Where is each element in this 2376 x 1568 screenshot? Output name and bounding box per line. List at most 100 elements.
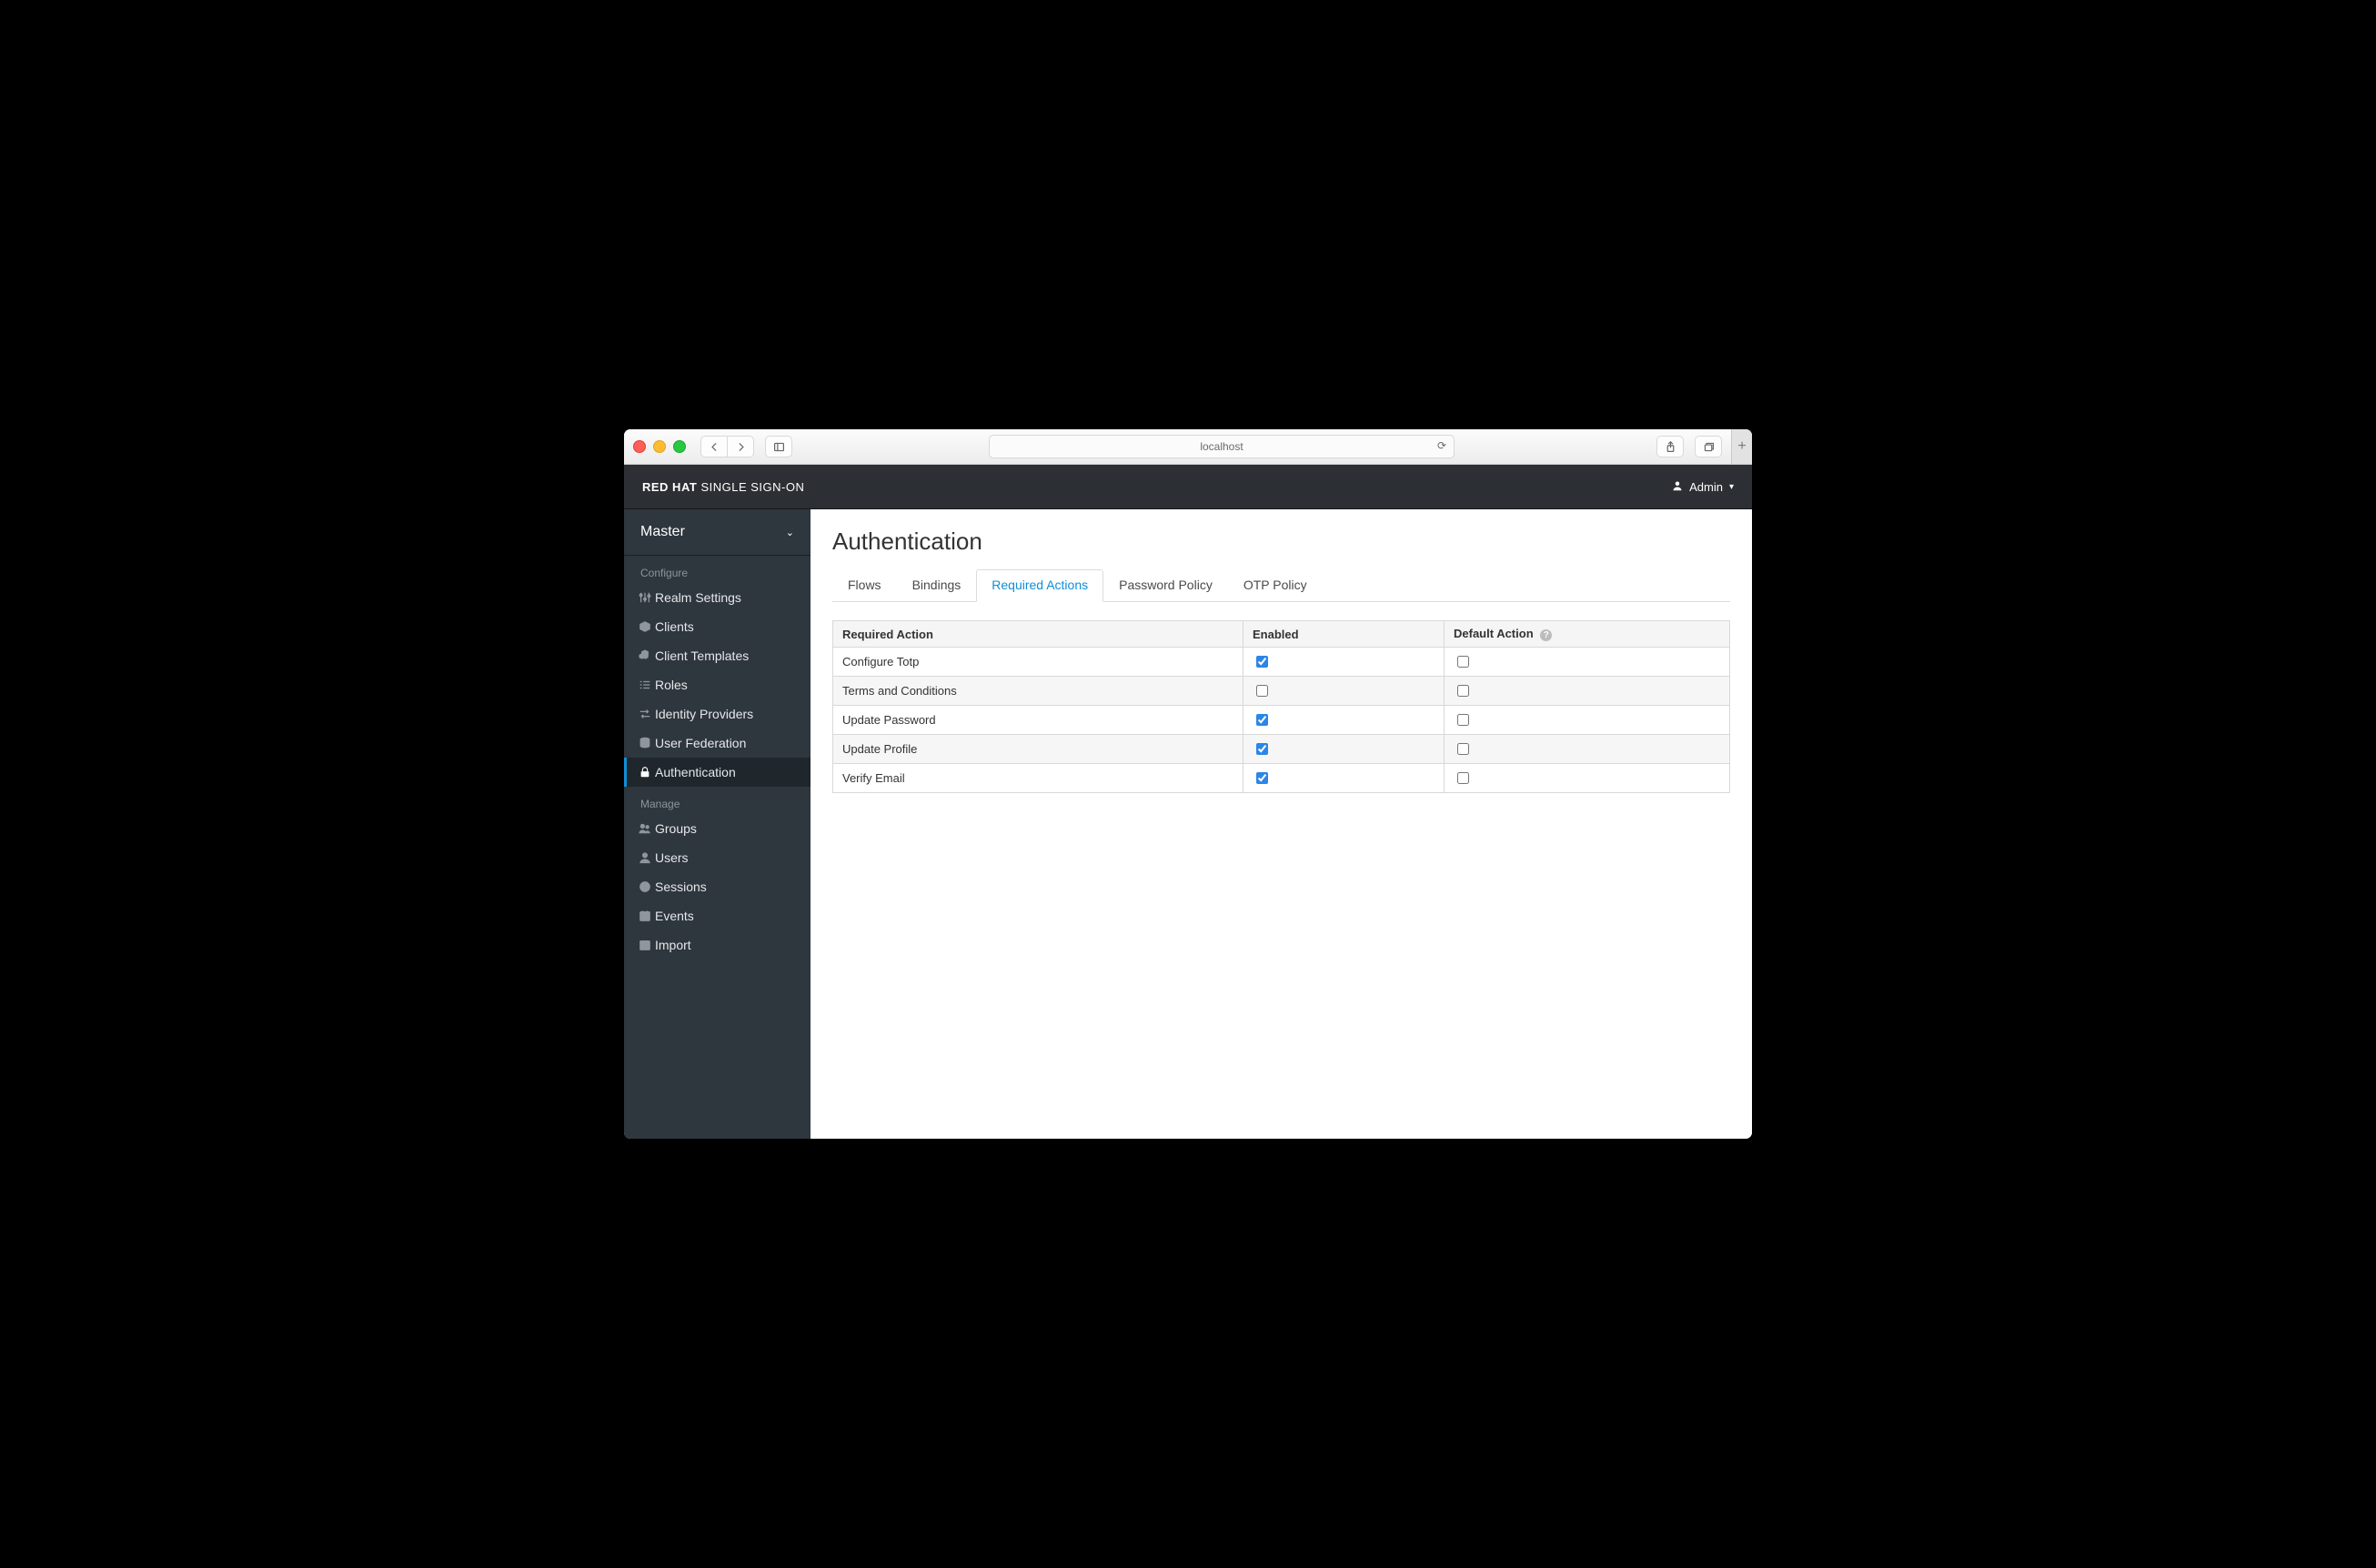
user-menu[interactable]: Admin ▾ [1672,480,1734,494]
address-bar[interactable]: localhost ⟳ [989,435,1455,458]
reload-icon[interactable]: ⟳ [1437,439,1446,452]
sidebar-item-label: Client Templates [655,648,749,663]
sidebar-item-label: Events [655,909,694,923]
table-row: Terms and Conditions [833,677,1730,706]
table-cell-enabled [1243,706,1445,735]
sidebar-item-clients[interactable]: Clients [624,612,810,641]
enabled-checkbox[interactable] [1256,714,1268,726]
sidebar-section-configure-label: Configure [624,556,810,583]
table-cell-name: Update Profile [833,735,1243,764]
default-checkbox[interactable] [1457,685,1469,697]
tab-otp-policy[interactable]: OTP Policy [1228,569,1323,602]
tab-flows[interactable]: Flows [832,569,897,602]
sidebar-item-user-federation[interactable]: User Federation [624,729,810,758]
tab-bindings[interactable]: Bindings [897,569,977,602]
sidebar-item-label: Clients [655,619,694,634]
table-cell-name: Terms and Conditions [833,677,1243,706]
brand-light: SINGLE SIGN-ON [700,480,804,494]
table-cell-default [1445,648,1730,677]
sidebar-item-roles[interactable]: Roles [624,670,810,699]
maximize-window-button[interactable] [673,440,686,453]
minimize-window-button[interactable] [653,440,666,453]
table-row: Verify Email [833,764,1730,793]
sidebar-item-label: Import [655,938,691,952]
enabled-checkbox[interactable] [1256,685,1268,697]
address-bar-text: localhost [1200,440,1243,453]
tab-label: Flows [848,578,881,592]
back-button[interactable] [700,436,728,457]
table-row: Update Password [833,706,1730,735]
sidebar-item-label: Identity Providers [655,707,753,721]
sidebar-item-identity-providers[interactable]: Identity Providers [624,699,810,729]
sidebar-item-label: Sessions [655,879,707,894]
enabled-checkbox[interactable] [1256,772,1268,784]
sidebar: Master ⌄ Configure Realm Settings Client… [624,509,810,1139]
users-icon [639,822,651,835]
sidebar-item-import[interactable]: Import [624,930,810,960]
exchange-icon [639,708,651,720]
user-icon [1672,480,1683,494]
user-icon [639,851,651,864]
enabled-checkbox[interactable] [1256,743,1268,755]
lock-icon [639,766,651,779]
share-button[interactable] [1656,436,1684,457]
nav-buttons [700,436,754,457]
sidebar-item-label: Roles [655,678,688,692]
default-checkbox[interactable] [1457,656,1469,668]
sidebar-item-sessions[interactable]: Sessions [624,872,810,901]
sidebar-toggle-button[interactable] [765,436,792,457]
table-cell-default [1445,706,1730,735]
help-icon[interactable]: ? [1540,629,1552,641]
user-name: Admin [1689,480,1723,494]
chevron-down-icon: ⌄ [786,527,794,538]
sidebar-item-users[interactable]: Users [624,843,810,872]
table-header-name: Required Action [833,621,1243,648]
table-row: Configure Totp [833,648,1730,677]
table-cell-name: Update Password [833,706,1243,735]
sidebar-item-label: User Federation [655,736,746,750]
brand-logo[interactable]: RED HAT SINGLE SIGN-ON [642,480,804,494]
sidebar-item-label: Users [655,850,689,865]
tab-label: OTP Policy [1243,578,1307,592]
sidebar-item-realm-settings[interactable]: Realm Settings [624,583,810,612]
clock-icon [639,880,651,893]
cube-icon [639,620,651,633]
table-cell-name: Verify Email [833,764,1243,793]
default-checkbox[interactable] [1457,714,1469,726]
tab-password-policy[interactable]: Password Policy [1103,569,1228,602]
sidebar-section-manage-label: Manage [624,787,810,814]
sidebar-item-client-templates[interactable]: Client Templates [624,641,810,670]
list-icon [639,678,651,691]
default-checkbox[interactable] [1457,772,1469,784]
window-controls [633,440,686,453]
database-icon [639,737,651,749]
required-actions-table: Required Action Enabled Default Action ?… [832,620,1730,793]
default-checkbox[interactable] [1457,743,1469,755]
page-title: Authentication [832,528,1730,556]
sidebar-item-label: Authentication [655,765,736,779]
sidebar-item-label: Realm Settings [655,590,741,605]
sidebar-item-groups[interactable]: Groups [624,814,810,843]
sidebar-item-authentication[interactable]: Authentication [624,758,810,787]
forward-button[interactable] [727,436,754,457]
enabled-checkbox[interactable] [1256,656,1268,668]
tab-label: Required Actions [992,578,1088,592]
tab-required-actions[interactable]: Required Actions [976,569,1103,602]
main-content: Authentication Flows Bindings Required A… [810,509,1752,1139]
sidebar-item-label: Groups [655,821,697,836]
app-header: RED HAT SINGLE SIGN-ON Admin ▾ [624,465,1752,509]
tabs: Flows Bindings Required Actions Password… [832,568,1730,602]
realm-name: Master [640,524,685,540]
new-tab-button[interactable]: + [1731,429,1752,464]
table-cell-enabled [1243,764,1445,793]
table-header-enabled: Enabled [1243,621,1445,648]
browser-toolbar: localhost ⟳ + [624,429,1752,465]
calendar-icon [639,910,651,922]
sliders-icon [639,591,651,604]
close-window-button[interactable] [633,440,646,453]
tab-label: Bindings [912,578,961,592]
tabs-button[interactable] [1695,436,1722,457]
realm-selector[interactable]: Master ⌄ [624,509,810,556]
table-cell-enabled [1243,735,1445,764]
sidebar-item-events[interactable]: Events [624,901,810,930]
